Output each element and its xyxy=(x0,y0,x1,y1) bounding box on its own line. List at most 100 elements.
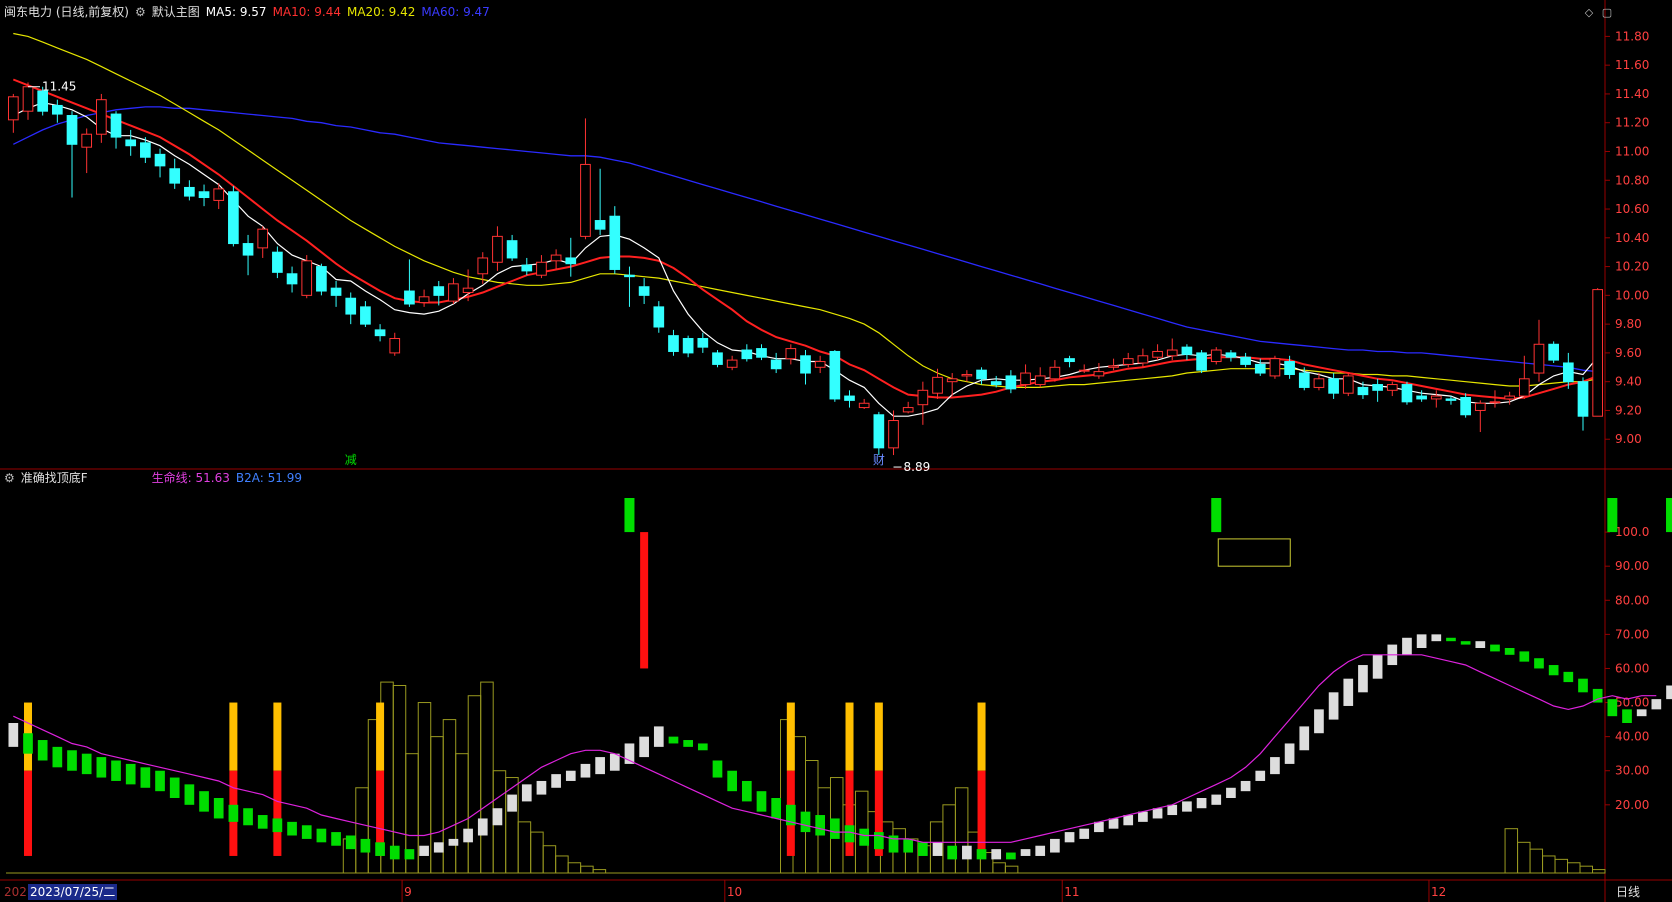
diamond-icon[interactable]: ◇ xyxy=(1582,6,1596,20)
signal-bar-yellow xyxy=(786,702,795,771)
indicator-settings-icon[interactable]: ⚙ xyxy=(4,471,15,485)
ribbon-bar xyxy=(756,791,767,812)
candle-body xyxy=(550,254,562,262)
stock-chart-canvas[interactable]: 11.80 11.60 11.40 11.20 11.00 10.80 10.60 10.40… xyxy=(0,0,1672,902)
ribbon-bar xyxy=(1270,757,1280,775)
candle-body xyxy=(814,361,826,368)
window-toggle-icon[interactable]: ▢ xyxy=(1600,6,1614,20)
volume-outline-bar xyxy=(954,787,969,874)
candle-body xyxy=(213,188,225,201)
main-chart-label[interactable]: 默认主图 xyxy=(152,5,200,19)
candle-body xyxy=(37,90,49,112)
candle-body xyxy=(565,257,577,265)
ribbon-bar xyxy=(1431,634,1442,642)
ribbon-bar xyxy=(1314,709,1324,734)
volume-outline-bar xyxy=(1517,841,1531,874)
candle-body xyxy=(741,349,753,360)
candle-body xyxy=(594,220,606,230)
ribbon-bar xyxy=(1358,665,1368,693)
candle-body xyxy=(1313,378,1325,388)
ribbon-bar xyxy=(947,845,958,860)
candle-body xyxy=(125,139,137,147)
ribbon-bar xyxy=(903,838,914,853)
ribbon-bar xyxy=(1607,699,1618,717)
ribbon-bar xyxy=(1152,808,1163,819)
price-tick-label: 11.00 xyxy=(1615,144,1649,158)
ribbon-bar xyxy=(8,723,19,747)
candle-body xyxy=(301,260,313,296)
candle-body xyxy=(1269,358,1281,377)
indicator-name[interactable]: 准确找顶底F xyxy=(21,471,88,485)
ribbon-bar xyxy=(1240,780,1251,792)
signal-bar-yellow xyxy=(376,702,385,771)
ribbon-bar xyxy=(199,791,209,812)
candle-body xyxy=(536,261,547,276)
candle-body xyxy=(389,338,401,354)
price-tick-label: 9.40 xyxy=(1615,375,1642,389)
period-tab[interactable]: 日线 xyxy=(1616,884,1640,900)
indicator-tick-label: 90.00 xyxy=(1615,559,1649,573)
candle-body xyxy=(624,274,635,278)
candle-body xyxy=(1592,289,1604,417)
ribbon-bar xyxy=(815,815,826,836)
ribbon-bar xyxy=(1446,637,1456,642)
ribbon-bar xyxy=(389,845,400,860)
ribbon-bar xyxy=(1299,726,1310,751)
price-tick-label: 10.60 xyxy=(1615,202,1649,216)
indicator-tick-label: 30.00 xyxy=(1615,764,1649,778)
ribbon-bar xyxy=(67,750,77,771)
ribbon-bar xyxy=(712,760,723,778)
stock-title[interactable]: 闽东电力 (日线,前复权) xyxy=(4,5,129,19)
month-label: 10 xyxy=(727,885,742,899)
price-tick-label: 10.20 xyxy=(1615,260,1649,274)
candle-body xyxy=(345,297,357,315)
ribbon-bar xyxy=(155,770,165,792)
volume-outline-bar xyxy=(442,719,457,874)
settings-icon[interactable]: ⚙ xyxy=(135,5,146,19)
candle-body xyxy=(198,191,210,199)
volume-outline-bar xyxy=(567,862,582,874)
ribbon-bar xyxy=(565,770,576,781)
ribbon-bar xyxy=(81,753,92,775)
ribbon-bar xyxy=(1578,678,1588,693)
candle-body xyxy=(272,251,283,273)
ribbon-bar xyxy=(125,763,136,785)
candle-body xyxy=(228,191,239,245)
ribbon-bar xyxy=(1372,654,1383,679)
month-label: 9 xyxy=(404,885,412,899)
ribbon-bar xyxy=(1284,743,1295,764)
candle-body xyxy=(990,381,1002,386)
ribbon-bar xyxy=(1226,787,1236,798)
candle-body xyxy=(506,240,518,259)
ribbon-bar xyxy=(1064,832,1075,843)
candle-body xyxy=(668,335,679,352)
ribbon-bar xyxy=(37,740,48,761)
candle-body xyxy=(961,373,973,377)
ribbon-bar xyxy=(918,842,928,856)
candle-body xyxy=(242,243,254,256)
indicator-header: ⚙ 准确找顶底F 生命线: 51.63 B2A: 51.99 xyxy=(4,470,308,486)
top-signal-mark xyxy=(1666,498,1672,533)
candle-body xyxy=(7,96,19,121)
candle-body xyxy=(96,99,107,135)
ribbon-bar xyxy=(433,842,444,853)
candle-body xyxy=(110,113,122,138)
candle-body xyxy=(1049,366,1061,380)
ribbon-bar xyxy=(477,818,488,836)
candle-body xyxy=(580,163,591,237)
candle-body xyxy=(638,286,650,296)
candle-body xyxy=(66,115,78,145)
ribbon-bar xyxy=(1138,811,1148,822)
candle-body xyxy=(140,142,151,158)
volume-outline-bar xyxy=(1504,828,1519,874)
candle-body xyxy=(1386,384,1398,391)
volume-outline-bar xyxy=(517,821,532,874)
ribbon-bar xyxy=(1079,828,1090,839)
volume-outline-bar xyxy=(942,804,956,874)
ribbon-bar xyxy=(1651,699,1662,710)
indicator-tick-label: 80.00 xyxy=(1615,593,1649,607)
volume-outline-bar xyxy=(992,862,1006,874)
volume-outline-bar xyxy=(542,845,557,874)
top-signal-mark xyxy=(1607,498,1618,533)
candle-body xyxy=(873,414,885,449)
